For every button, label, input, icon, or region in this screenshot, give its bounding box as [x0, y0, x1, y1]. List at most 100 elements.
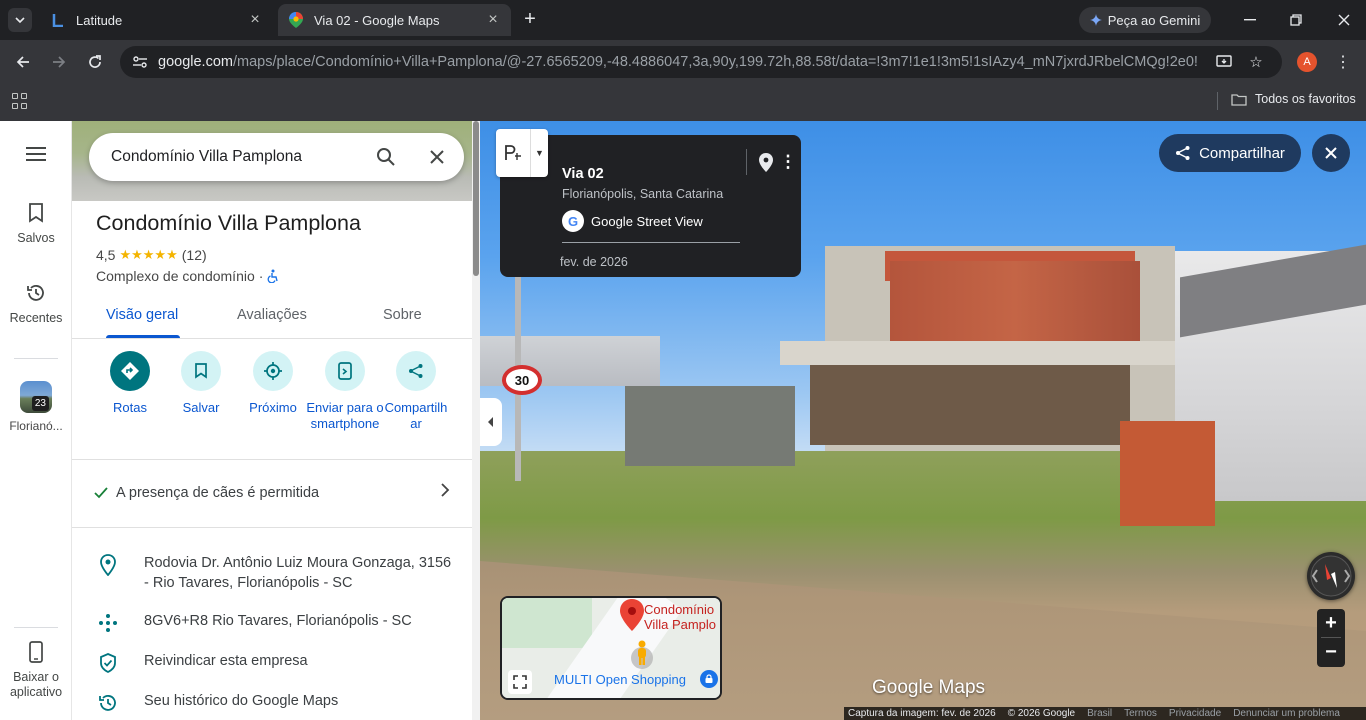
- minimize-icon[interactable]: [1238, 8, 1262, 32]
- collapse-panel-button[interactable]: [480, 398, 502, 446]
- install-app-icon[interactable]: [1214, 52, 1234, 72]
- mini-map[interactable]: Condomínio Villa Pamplo MULTI Open Shoppi…: [500, 596, 722, 700]
- claim-business-row[interactable]: Reivindicar esta empresa: [96, 651, 454, 675]
- browser-toolbar: google.com/maps/place/Condomínio+Villa+P…: [0, 40, 1366, 84]
- share-button[interactable]: Compartilhar: [1159, 134, 1301, 172]
- tab-strip: Latitude × Via 02 - Google Maps × + Peça…: [0, 0, 1366, 40]
- maps-history-text: Seu histórico do Google Maps: [144, 693, 339, 709]
- location-pin-icon[interactable]: [756, 151, 776, 173]
- zoom-in-icon[interactable]: +: [1317, 609, 1345, 637]
- tab-reviews[interactable]: Avaliações: [237, 307, 307, 323]
- section-divider: [72, 527, 472, 528]
- review-count[interactable]: (12): [182, 247, 207, 263]
- dogs-allowed-text: A presença de cães é permitida: [116, 485, 320, 501]
- sv-brick-wall: [890, 261, 1140, 351]
- saved-button[interactable]: Salvos: [0, 201, 72, 246]
- maps-history-row[interactable]: Seu histórico do Google Maps: [96, 691, 454, 715]
- menu-button[interactable]: [0, 147, 72, 161]
- zoom-out-icon[interactable]: −: [1317, 638, 1345, 666]
- place-title: Condomínio Villa Pamplona: [96, 211, 361, 235]
- tab-overview[interactable]: Visão geral: [106, 307, 178, 323]
- dropdown-arrow-icon[interactable]: ▼: [530, 129, 548, 177]
- place-category[interactable]: Complexo de condomínio: [96, 268, 255, 284]
- close-icon[interactable]: [425, 145, 449, 169]
- verified-shield-icon: [96, 651, 120, 675]
- share-button[interactable]: Compartilhar: [376, 351, 456, 432]
- tab-search-button[interactable]: [8, 8, 32, 32]
- chevron-down-icon: [15, 17, 25, 24]
- download-app-button[interactable]: Baixar o aplicativo: [0, 640, 72, 700]
- all-bookmarks-button[interactable]: Todos os favoritos: [1231, 92, 1356, 106]
- recents-button[interactable]: Recentes: [0, 281, 72, 326]
- directions-icon: [110, 351, 150, 391]
- action-label: Próximo: [249, 400, 297, 415]
- recent-place-florianopolis[interactable]: 23 Florianó...: [0, 381, 72, 434]
- close-street-view-button[interactable]: [1312, 134, 1350, 172]
- forward-arrow-icon[interactable]: [47, 50, 71, 74]
- panel-scrollbar[interactable]: [472, 121, 480, 720]
- place-tabs: Visão geral Avaliações Sobre: [72, 301, 472, 339]
- nearby-button[interactable]: Próximo: [233, 351, 313, 416]
- share-icon: [396, 351, 436, 391]
- latitude-favicon-icon: [50, 12, 66, 28]
- rating-value: 4,5: [96, 247, 116, 263]
- google-logo-icon: G: [562, 210, 584, 232]
- save-button[interactable]: Salvar: [161, 351, 241, 416]
- bookmarks-bar: Todos os favoritos: [0, 84, 1366, 121]
- apps-grid-icon[interactable]: [12, 93, 28, 109]
- plus-code-row[interactable]: 8GV6+R8 Rio Tavares, Florianópolis - SC: [96, 611, 454, 635]
- close-tab-icon[interactable]: ×: [247, 12, 263, 28]
- pegman-layer-button[interactable]: ▼: [496, 129, 548, 177]
- address-row[interactable]: Rodovia Dr. Antônio Luiz Moura Gonzaga, …: [96, 553, 454, 593]
- footer-country[interactable]: Brasil: [1087, 708, 1112, 719]
- street-view-provider: G Google Street View: [562, 210, 703, 232]
- sv-shed: [625, 386, 795, 466]
- gemini-button[interactable]: Peça ao Gemini: [1079, 7, 1211, 33]
- restore-icon[interactable]: [1284, 8, 1308, 32]
- footer-privacy[interactable]: Privacidade: [1169, 708, 1221, 719]
- address-bar[interactable]: google.com/maps/place/Condomínio+Villa+P…: [120, 46, 1282, 78]
- amenity-dogs-allowed[interactable]: A presença de cães é permitida: [94, 483, 450, 501]
- close-window-icon[interactable]: [1332, 8, 1356, 32]
- tab-google-maps[interactable]: Via 02 - Google Maps ×: [278, 4, 511, 36]
- browser-menu-icon[interactable]: ⋮: [1333, 52, 1353, 72]
- reload-icon[interactable]: [83, 50, 107, 74]
- tab-latitude[interactable]: Latitude ×: [40, 4, 273, 36]
- directions-button[interactable]: Rotas: [90, 351, 170, 416]
- close-tab-icon[interactable]: ×: [485, 12, 501, 28]
- street-view-title: Via 02: [562, 166, 604, 182]
- new-tab-button[interactable]: +: [520, 9, 540, 30]
- footer-capture: Captura da imagem: fev. de 2026: [848, 708, 996, 719]
- rating-row[interactable]: 4,5 ★★★★★ (12): [96, 247, 207, 263]
- info-card-divider: [562, 242, 740, 243]
- footer-report[interactable]: Denunciar um problema: [1233, 708, 1340, 719]
- speed-limit-sign: 30: [502, 365, 542, 395]
- capture-date[interactable]: fev. de 2026: [560, 255, 628, 269]
- google-maps-logo: Google Maps: [872, 677, 986, 698]
- send-to-phone-button[interactable]: Enviar para o smartphone: [305, 351, 385, 432]
- search-icon[interactable]: [374, 145, 398, 169]
- compass-icon: [1310, 555, 1352, 597]
- gemini-label: Peça ao Gemini: [1107, 12, 1201, 28]
- recent-place-thumbnail: 23: [20, 381, 52, 413]
- bookmark-icon: [24, 201, 48, 225]
- profile-avatar[interactable]: A: [1297, 52, 1317, 72]
- recent-place-label: Florianó...: [9, 419, 63, 433]
- tab-about[interactable]: Sobre: [383, 307, 422, 323]
- more-options-icon[interactable]: ⋮: [780, 151, 797, 173]
- nearby-icon: [253, 351, 293, 391]
- expand-map-icon[interactable]: [508, 670, 532, 694]
- street-view-canvas[interactable]: 30 Via 02 Florianópolis, Santa Catarina …: [480, 121, 1366, 720]
- back-arrow-icon[interactable]: [11, 50, 35, 74]
- site-info-icon[interactable]: [130, 52, 150, 72]
- download-app-label: Baixar o aplicativo: [9, 670, 63, 699]
- scrollbar-thumb[interactable]: [473, 121, 479, 276]
- mini-map-green-area: [502, 598, 592, 648]
- bookmark-star-icon[interactable]: ☆: [1246, 52, 1266, 72]
- compass-control[interactable]: [1307, 552, 1355, 600]
- search-input[interactable]: [111, 148, 371, 166]
- separator-dot: ·: [258, 268, 264, 284]
- url-text[interactable]: google.com/maps/place/Condomínio+Villa+P…: [158, 54, 1198, 70]
- sv-concrete-slab: [780, 341, 1175, 365]
- footer-terms[interactable]: Termos: [1124, 708, 1157, 719]
